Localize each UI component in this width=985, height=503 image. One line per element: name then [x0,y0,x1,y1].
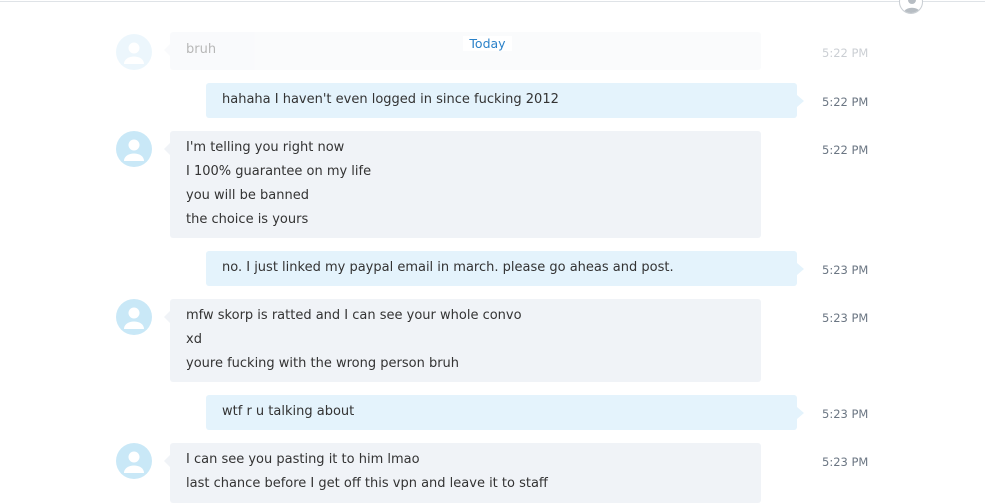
message-bubble[interactable]: hahaha I haven't even logged in since fu… [206,83,804,118]
message-text: mfw skorp is ratted and I can see your w… [186,308,522,323]
message-timestamp: 5:23 PM [822,407,869,421]
message-bubble[interactable]: I'm telling you right now I 100% guarant… [164,131,761,238]
message-text: xd [186,332,202,347]
message-text: no. I just linked my paypal email in mar… [222,260,674,275]
message-text: I'm telling you right now [186,140,345,155]
date-separator: Today [0,36,975,51]
message-timestamp: 5:23 PM [822,263,869,277]
contact-avatar-icon[interactable] [899,0,923,14]
message-timestamp: 5:23 PM [822,455,869,469]
message-text: I can see you pasting it to him lmao [186,452,420,467]
message-timestamp: 5:23 PM [822,311,869,325]
message-bubble[interactable]: I can see you pasting it to him lmao las… [164,443,761,503]
sender-avatar-icon[interactable] [116,299,152,335]
message-text: last chance before I get off this vpn an… [186,476,548,491]
message-bubble[interactable]: mfw skorp is ratted and I can see your w… [164,299,761,382]
top-divider [0,1,985,2]
message-timestamp: 5:22 PM [822,95,869,109]
message-timestamp: 5:22 PM [822,143,869,157]
message-text: hahaha I haven't even logged in since fu… [222,92,559,107]
message-text: wtf r u talking about [222,404,355,419]
sender-avatar-icon[interactable] [116,443,152,479]
sender-avatar-icon[interactable] [116,131,152,167]
message-text: the choice is yours [186,212,309,227]
message-bubble[interactable]: no. I just linked my paypal email in mar… [206,251,804,286]
message-text: youre fucking with the wrong person bruh [186,356,460,371]
message-text: I 100% guarantee on my life [186,164,372,179]
date-separator-label: Today [463,36,512,51]
message-text: you will be banned [186,188,309,203]
message-bubble[interactable]: wtf r u talking about [206,395,804,430]
